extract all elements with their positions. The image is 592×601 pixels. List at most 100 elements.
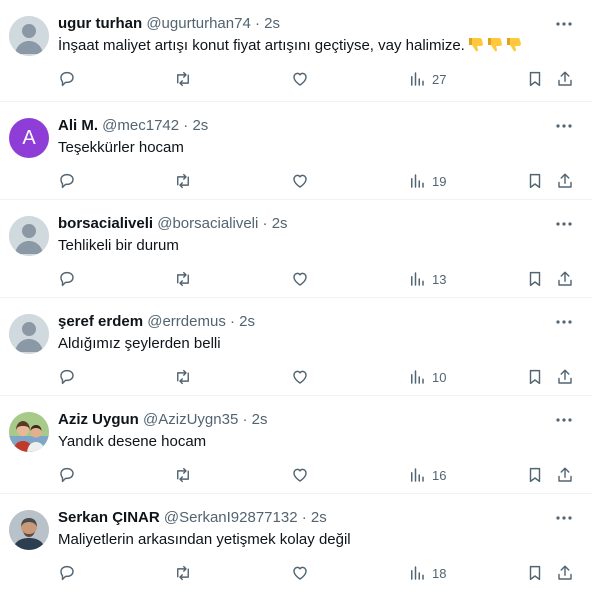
avatar[interactable] [9, 510, 49, 550]
timestamp[interactable]: 2s [252, 411, 268, 428]
views-button[interactable]: 10 [408, 366, 446, 388]
retweet-icon[interactable] [174, 464, 192, 486]
retweet-icon[interactable] [174, 170, 192, 192]
more-icon[interactable] [552, 508, 576, 528]
display-name[interactable]: Aziz Uygun [58, 411, 139, 428]
view-count: 27 [432, 71, 447, 87]
timestamp[interactable]: 2s [192, 117, 208, 134]
tweet-actions: 18 [56, 562, 576, 584]
tweet-text: Teşekkürler hocam [58, 139, 184, 156]
share-icon[interactable] [556, 366, 574, 388]
share-icon[interactable] [556, 562, 574, 584]
thumbs-down-emoji [506, 38, 521, 52]
more-icon[interactable] [552, 214, 576, 234]
tweet[interactable]: Aziz Uygun @AzizUygn35 · 2s Yandık desen… [0, 395, 592, 493]
bookmark-icon[interactable] [526, 366, 544, 388]
views-button[interactable]: 19 [408, 170, 446, 192]
more-icon[interactable] [552, 410, 576, 430]
default-avatar-icon [9, 216, 49, 256]
thumbs-down-emoji [487, 38, 502, 52]
like-icon[interactable] [291, 366, 309, 388]
like-icon[interactable] [291, 268, 309, 290]
view-count: 18 [432, 565, 447, 581]
reply-icon[interactable] [58, 268, 76, 290]
retweet-icon[interactable] [174, 562, 192, 584]
bookmark-icon[interactable] [526, 464, 544, 486]
user-handle[interactable]: @mec1742 [102, 117, 179, 134]
share-icon[interactable] [556, 68, 574, 90]
share-icon[interactable] [556, 268, 574, 290]
tweet[interactable]: Serkan ÇINAR @SerkanI92877132 · 2s Maliy… [0, 493, 592, 591]
user-handle[interactable]: @errdemus [147, 313, 226, 330]
retweet-icon[interactable] [174, 366, 192, 388]
timestamp[interactable]: 2s [264, 15, 280, 32]
separator: · [254, 15, 260, 32]
views-button[interactable]: 27 [408, 68, 446, 90]
bookmark-icon[interactable] [526, 562, 544, 584]
timestamp[interactable]: 2s [311, 509, 327, 526]
tweet-text: Yandık desene hocam [58, 433, 207, 450]
views-icon [411, 174, 424, 188]
display-name[interactable]: borsacialiveli [58, 215, 153, 232]
views-icon [411, 468, 424, 482]
view-count: 19 [432, 173, 447, 189]
user-photo-avatar [9, 412, 49, 452]
views-button[interactable]: 13 [408, 268, 446, 290]
retweet-icon[interactable] [174, 268, 192, 290]
user-handle[interactable]: @borsacialiveli [157, 215, 258, 232]
display-name[interactable]: Ali M. [58, 117, 98, 134]
views-icon [411, 370, 424, 384]
timestamp[interactable]: 2s [239, 313, 255, 330]
tweet[interactable]: borsacialiveli @borsacialiveli · 2s Tehl… [0, 199, 592, 297]
like-icon[interactable] [291, 464, 309, 486]
user-handle[interactable]: @ugurturhan74 [146, 15, 250, 32]
reply-icon[interactable] [58, 68, 76, 90]
avatar[interactable] [9, 16, 49, 56]
tweet-text-content: İnşaat maliyet artışı konut fiyat artışı… [58, 37, 465, 54]
like-icon[interactable] [291, 170, 309, 192]
avatar[interactable] [9, 216, 49, 256]
display-name[interactable]: şeref erdem [58, 313, 143, 330]
bookmark-icon[interactable] [526, 268, 544, 290]
tweet-actions: 13 [56, 268, 576, 290]
views-button[interactable]: 18 [408, 562, 446, 584]
tweet[interactable]: şeref erdem @errdemus · 2s Aldığımız şey… [0, 297, 592, 395]
tweet-actions: 10 [56, 366, 576, 388]
tweet[interactable]: A Ali M. @mec1742 · 2s Teşekkürler hocam… [0, 101, 592, 199]
tweet-text: Aldığımız şeylerden belli [58, 335, 221, 352]
avatar[interactable] [9, 412, 49, 452]
bookmark-icon[interactable] [526, 68, 544, 90]
avatar[interactable] [9, 314, 49, 354]
more-icon[interactable] [552, 14, 576, 34]
like-icon[interactable] [291, 562, 309, 584]
more-icon[interactable] [552, 116, 576, 136]
avatar[interactable]: A [9, 118, 49, 158]
bookmark-icon[interactable] [526, 170, 544, 192]
more-icon[interactable] [552, 312, 576, 332]
user-handle[interactable]: @AzizUygn35 [143, 411, 238, 428]
tweet-header: ugur turhan @ugurturhan74 · 2s [58, 14, 552, 34]
share-icon[interactable] [556, 170, 574, 192]
user-photo-avatar [9, 510, 49, 550]
tweet-actions: 19 [56, 170, 576, 192]
reply-icon[interactable] [58, 170, 76, 192]
display-name[interactable]: Serkan ÇINAR [58, 509, 160, 526]
views-icon [411, 566, 424, 580]
retweet-icon[interactable] [174, 68, 192, 90]
separator: · [242, 411, 248, 428]
user-handle[interactable]: @SerkanI92877132 [164, 509, 298, 526]
reply-icon[interactable] [58, 562, 76, 584]
separator: · [301, 509, 307, 526]
tweet[interactable]: ugur turhan @ugurturhan74 · 2s İnşaat ma… [0, 0, 592, 101]
like-icon[interactable] [291, 68, 309, 90]
avatar-letter: A [22, 127, 36, 149]
thumbs-down-emoji [468, 38, 483, 52]
default-avatar-icon [9, 314, 49, 354]
views-icon [411, 272, 424, 286]
display-name[interactable]: ugur turhan [58, 15, 142, 32]
share-icon[interactable] [556, 464, 574, 486]
timestamp[interactable]: 2s [272, 215, 288, 232]
views-button[interactable]: 16 [408, 464, 446, 486]
reply-icon[interactable] [58, 366, 76, 388]
reply-icon[interactable] [58, 464, 76, 486]
